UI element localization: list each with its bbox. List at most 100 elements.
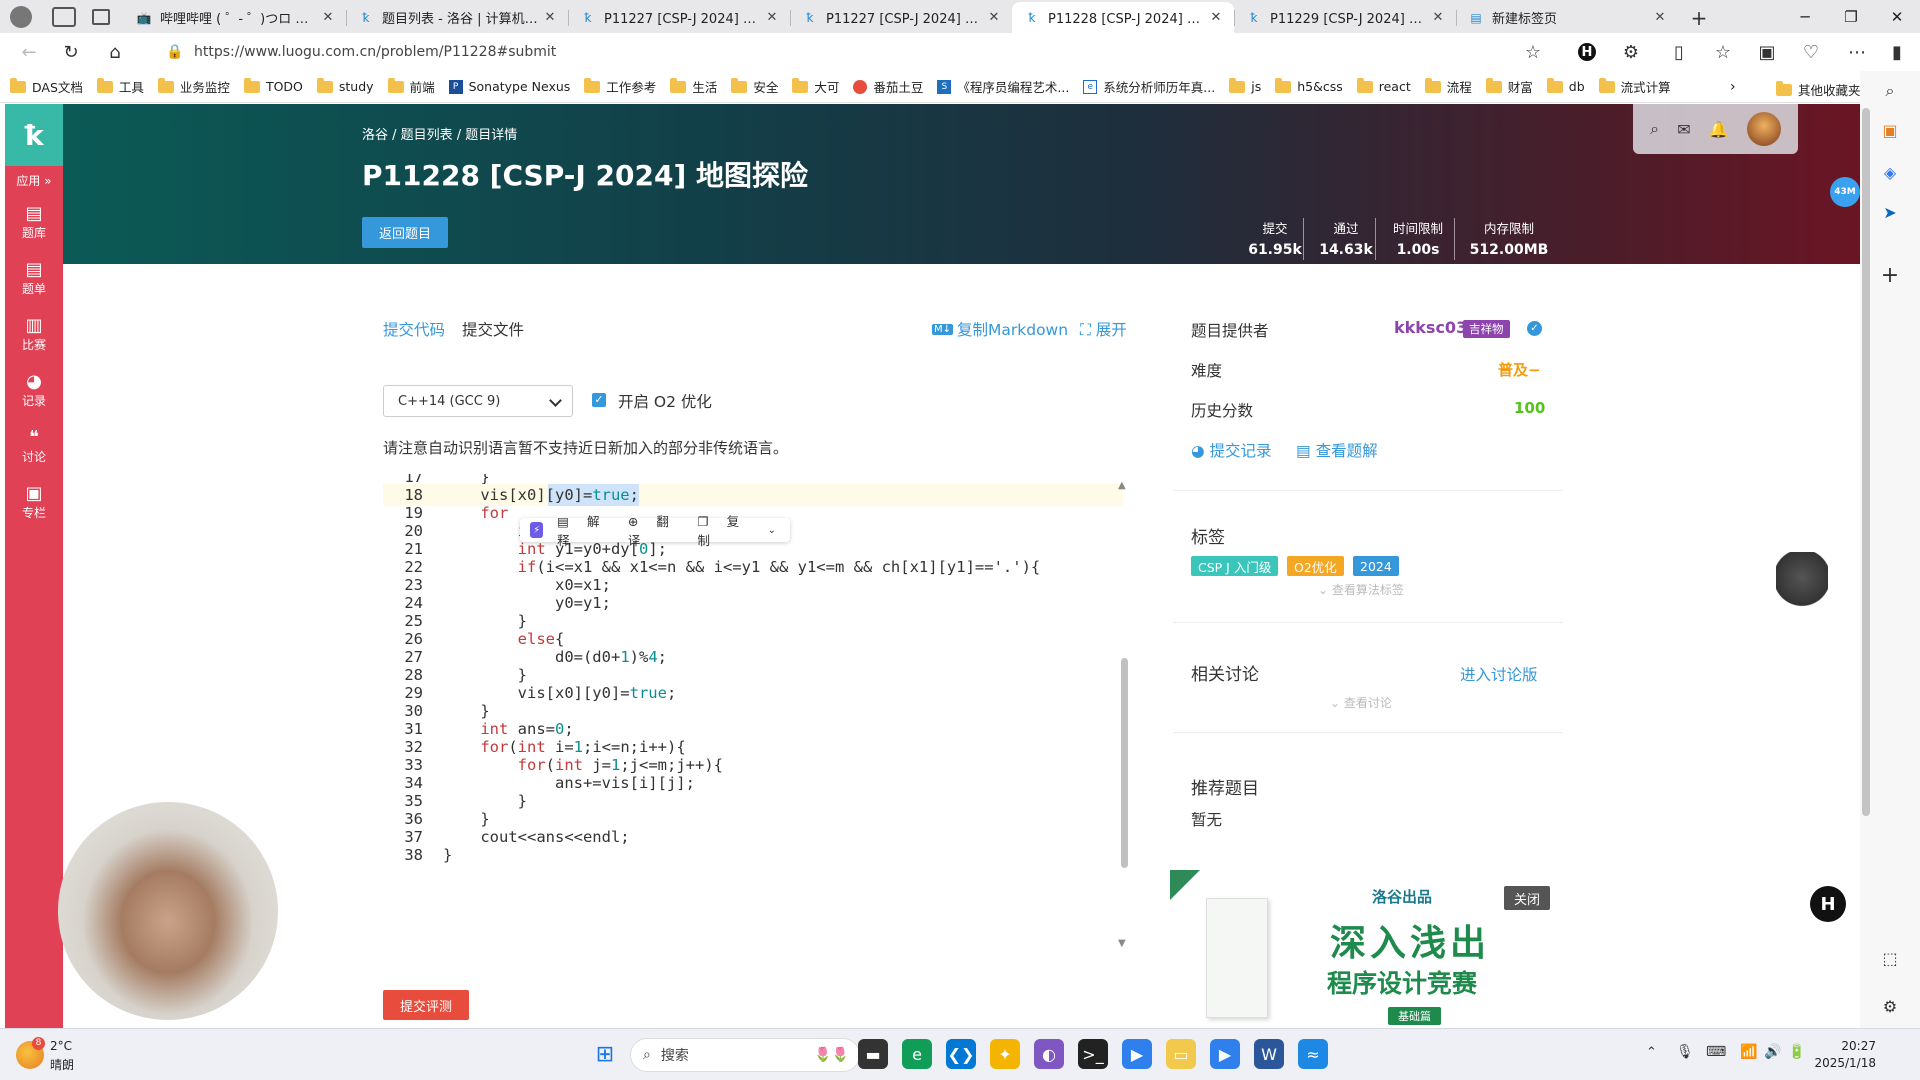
close-tab-icon[interactable]: ✕ [986, 10, 1002, 25]
sidebar-toggle-icon[interactable]: ▮ [1882, 38, 1912, 66]
floating-h-button[interactable]: H [1810, 886, 1846, 922]
tray-chevron-icon[interactable]: ⌃ [1646, 1045, 1657, 1060]
screenshot-icon[interactable]: ⬚ [1860, 949, 1920, 968]
more-icon[interactable]: ⋯ [1842, 38, 1872, 66]
bookmark-item[interactable]: js [1229, 77, 1261, 94]
copy-markdown-link[interactable]: M↓ 复制Markdown [932, 318, 1068, 340]
enter-discussion-link[interactable]: 进入讨论版 [1460, 663, 1538, 685]
book-ad[interactable]: 洛谷出品 深入浅出 程序设计竞赛 基础篇 关闭 [1170, 870, 1562, 1028]
bookmark-item[interactable]: study [316, 77, 374, 94]
expand-link[interactable]: ⛶ 展开 [1080, 318, 1127, 340]
sidebar-item[interactable]: ◕ 记录 [5, 362, 63, 418]
bookmark-item[interactable]: DAS文档 [10, 77, 83, 96]
sidebar-item[interactable]: ▣ 专栏 [5, 474, 63, 530]
app-icon[interactable]: ▶ [1122, 1039, 1152, 1069]
bookmark-item[interactable]: P Sonatype Nexus [448, 79, 570, 94]
bookmark-item[interactable]: 业务监控 [157, 77, 230, 96]
favorite-star-icon[interactable]: ☆ [1518, 38, 1548, 66]
microphone-icon[interactable]: 🎙 [1676, 1044, 1694, 1060]
bookmark-item[interactable]: S 《程序员编程艺术... [937, 77, 1069, 96]
provider-name[interactable]: kkksc03 [1394, 318, 1467, 337]
problem-tag[interactable]: O2优化 [1287, 556, 1344, 576]
home-icon[interactable]: ⌂ [100, 38, 130, 66]
code-line[interactable]: 38} [383, 844, 1123, 866]
other-bookmarks[interactable]: 其他收藏夹 [1776, 80, 1861, 99]
bookmark-item[interactable]: h5&css [1275, 77, 1343, 94]
avatar[interactable] [1746, 112, 1781, 146]
app-icon[interactable]: ▶ [1210, 1039, 1240, 1069]
problem-tag[interactable]: CSP J 入门级 [1191, 556, 1279, 576]
back-to-problem-button[interactable]: 返回题目 [362, 217, 448, 248]
close-tab-icon[interactable]: ✕ [1430, 10, 1446, 25]
sidebar-item[interactable]: ❝ 讨论 [5, 418, 63, 474]
restore-button[interactable]: ❐ [1828, 0, 1874, 33]
show-algorithm-tags[interactable]: ⌄ 查看算法标签 [1318, 581, 1404, 598]
bookmark-item[interactable]: db [1546, 77, 1585, 94]
ai-assistant-icon[interactable]: ⚡ [530, 522, 544, 538]
minimize-button[interactable]: ─ [1782, 0, 1828, 33]
close-tab-icon[interactable]: ✕ [1208, 10, 1224, 25]
bookmark-item[interactable]: 工具 [96, 77, 144, 96]
bookmark-item[interactable]: react [1356, 77, 1411, 94]
browser-tab[interactable]: 📺 哔哩哔哩 ( ゜- ゜)つロ 干杯~-b✕ [124, 2, 346, 33]
mail-icon[interactable]: ✉ [1677, 120, 1690, 139]
submit-judge-button[interactable]: 提交评测 [383, 990, 469, 1020]
browser-essentials-icon[interactable]: ♡ [1796, 38, 1826, 66]
settings-icon[interactable]: ⚙ [1860, 997, 1920, 1016]
workspaces-icon[interactable] [52, 7, 76, 27]
view-solutions-link[interactable]: ▤ 查看题解 [1296, 439, 1378, 461]
ime-icon[interactable]: ⌨ [1706, 1044, 1726, 1060]
close-window-button[interactable]: ✕ [1874, 0, 1920, 33]
collections-icon[interactable]: ▣ [1752, 38, 1782, 66]
floating-badge[interactable]: 43M [1830, 177, 1860, 207]
popup-translate-button[interactable]: ⊕ 翻译 [628, 511, 684, 549]
task-view-icon[interactable]: ▬ [858, 1039, 888, 1069]
sidebar-item[interactable]: ▤ 题单 [5, 250, 63, 306]
taskbar-search[interactable]: ⌕ 搜索 🌷🌷 [630, 1038, 860, 1072]
search-icon[interactable]: ⌕ [1650, 119, 1659, 139]
page-scrollbar[interactable] [1862, 108, 1870, 816]
close-tab-icon[interactable]: ✕ [542, 10, 558, 25]
popup-more-chevron-icon[interactable]: ⌄ [768, 525, 776, 536]
word-icon[interactable]: W [1254, 1039, 1284, 1069]
bookmarks-more-chevron-icon[interactable]: › [1730, 79, 1736, 95]
tab-submit-code[interactable]: 提交代码 [383, 318, 445, 340]
luogu-logo[interactable]: ꝁ [5, 104, 63, 166]
popup-copy-button[interactable]: ❐ 复制 [697, 511, 753, 549]
volume-icon[interactable]: 🔊 [1764, 1044, 1781, 1060]
browser-tab[interactable]: ꝁ P11227 [CSP-J 2024] 扑克牌 -✕ [790, 2, 1012, 33]
address-bar[interactable]: 🔒 https://www.luogu.com.cn/problem/P1122… [160, 37, 1560, 67]
bookmark-item[interactable]: 安全 [731, 77, 778, 96]
bookmark-item[interactable]: 番茄土豆 [853, 77, 923, 96]
app-icon[interactable]: ◐ [1034, 1039, 1064, 1069]
refresh-icon[interactable]: ↻ [56, 38, 86, 66]
close-tab-icon[interactable]: ✕ [764, 10, 780, 25]
tab-submit-file[interactable]: 提交文件 [462, 318, 524, 340]
scroll-down-icon[interactable]: ▼ [1118, 938, 1126, 949]
language-select[interactable]: C++14 (GCC 9) [383, 385, 573, 417]
bookmark-item[interactable]: 财富 [1485, 77, 1533, 96]
bookmark-item[interactable]: TODO [243, 77, 303, 94]
bookmark-item[interactable]: 大可 [792, 77, 839, 96]
bookmark-item[interactable]: 生活 [670, 77, 717, 96]
tab-actions-icon[interactable] [92, 9, 110, 25]
search-icon[interactable]: ⌕ [1860, 81, 1920, 101]
ad-close-button[interactable]: 关闭 [1504, 886, 1550, 910]
extensions-icon[interactable]: ⚙ [1616, 38, 1646, 66]
file-explorer-icon[interactable]: ▭ [1166, 1039, 1196, 1069]
clock-date[interactable]: 2025/1/18 [1808, 1056, 1876, 1070]
bookmark-item[interactable]: 流程 [1424, 77, 1472, 96]
clock-time[interactable]: 20:27 [1830, 1039, 1876, 1053]
o2-checkbox[interactable]: ✓ [592, 393, 606, 407]
browser-tab[interactable]: ꝁ 题目列表 - 洛谷 | 计算机科学教✕ [346, 2, 568, 33]
bell-icon[interactable]: 🔔 [1709, 120, 1729, 139]
problem-tag[interactable]: 2024 [1353, 556, 1399, 576]
battery-icon[interactable]: 🔋 [1788, 1044, 1805, 1060]
scroll-up-icon[interactable]: ▲ [1118, 480, 1126, 491]
profile-icon[interactable] [10, 6, 32, 28]
show-discussion[interactable]: ⌄ 查看讨论 [1330, 694, 1392, 711]
bookmark-item[interactable]: 流式计算 [1598, 77, 1671, 96]
editor-scrollbar[interactable] [1121, 658, 1128, 868]
browser-tab[interactable]: ▤ 新建标签页 ✕ [1456, 2, 1678, 33]
new-tab-button[interactable]: + [1684, 3, 1714, 33]
